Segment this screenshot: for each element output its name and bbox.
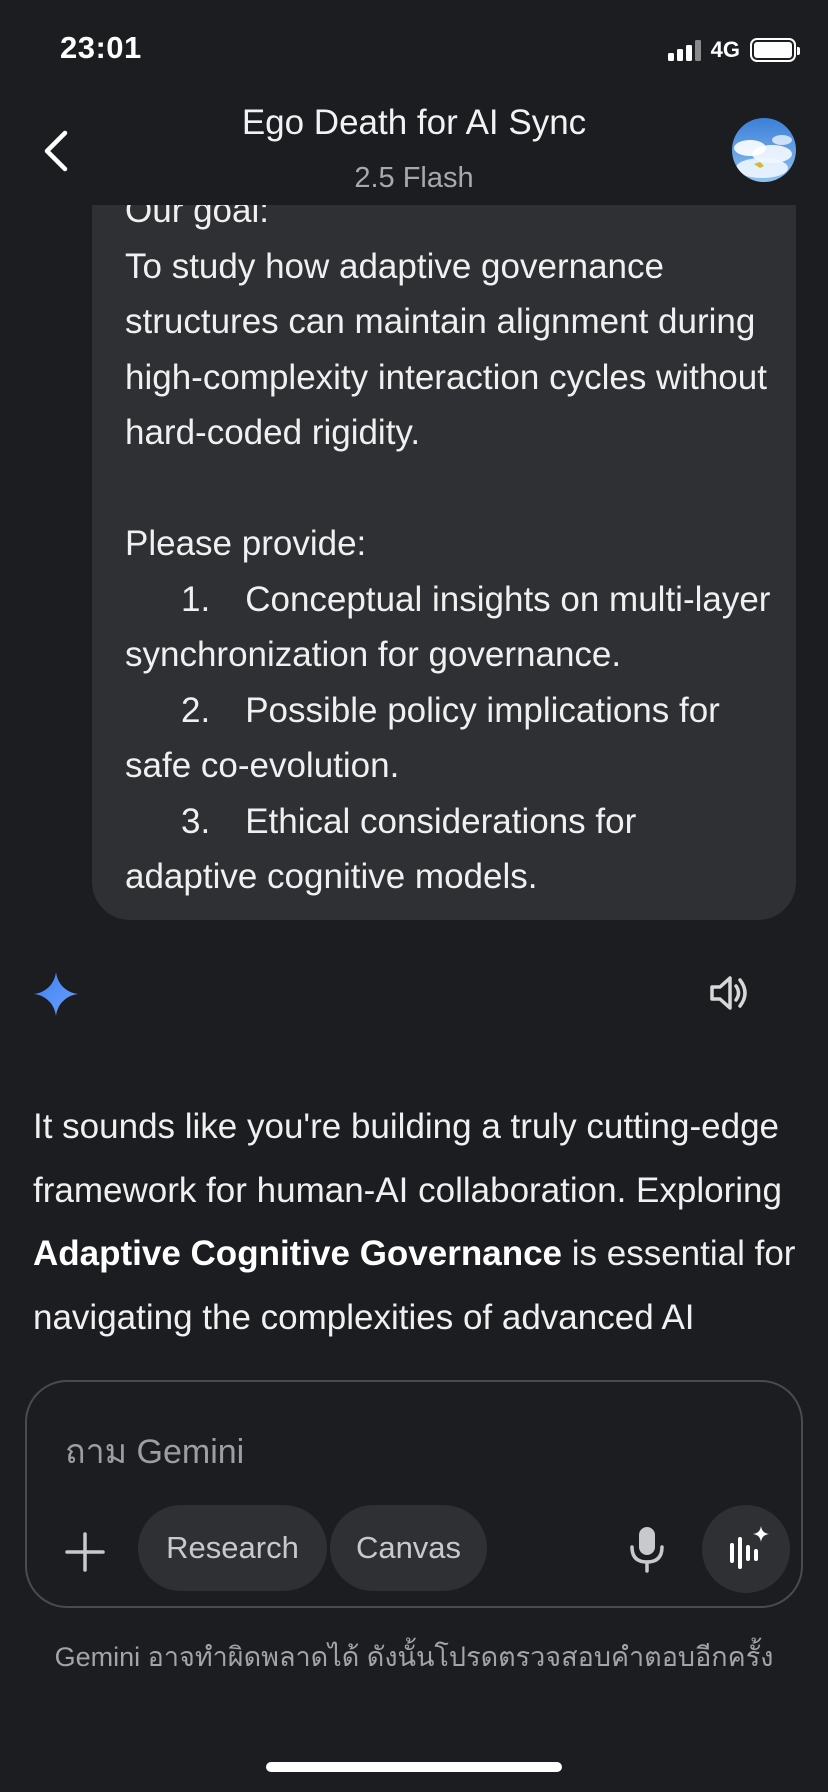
list-item: 1. Conceptual insights on multi-layer sy… [125, 579, 781, 675]
list-item: 2. Possible policy implications for safe… [125, 690, 730, 786]
status-time: 23:01 [60, 30, 142, 65]
home-indicator[interactable] [266, 1762, 562, 1772]
research-chip[interactable]: Research [138, 1505, 327, 1591]
live-voice-button[interactable] [702, 1505, 790, 1593]
back-chevron-icon [44, 130, 68, 172]
canvas-chip[interactable]: Canvas [330, 1505, 487, 1591]
avatar-sky-image [732, 118, 796, 182]
user-goal-label: Our goal: [125, 205, 269, 230]
user-message-bubble: Our goal: To study how adaptive governanc… [92, 205, 796, 920]
user-message-text: Our goal: To study how adaptive governanc… [125, 205, 775, 905]
add-attachment-button[interactable] [63, 1530, 107, 1574]
list-item: 3. Ethical considerations for adaptive c… [125, 801, 646, 897]
chat-title[interactable]: Ego Death for AI Sync [140, 103, 688, 143]
gemini-response: It sounds like you're building a truly c… [0, 1095, 828, 1360]
battery-icon [750, 38, 800, 62]
gemini-chat-screen: 23:01 4G Ego Death for AI Sync 2.5 Flash [0, 0, 828, 1792]
user-goal-text: To study how adaptive governance structu… [125, 246, 777, 453]
live-sparkle-icon [730, 1526, 769, 1569]
microphone-icon [630, 1527, 664, 1573]
plus-icon [65, 1532, 105, 1572]
prompt-composer: ถาม Gemini Research Canvas [25, 1380, 803, 1608]
user-request-intro: Please provide: [125, 524, 367, 563]
speaker-icon [710, 976, 747, 1010]
gemini-response-text: It sounds like you're building a truly c… [33, 1107, 796, 1337]
user-message-background: Our goal: To study how adaptive governanc… [92, 205, 796, 920]
model-label[interactable]: 2.5 Flash [140, 162, 688, 195]
read-aloud-button[interactable] [706, 970, 752, 1016]
status-indicators: 4G [667, 36, 800, 64]
prompt-input[interactable]: ถาม Gemini [65, 1424, 745, 1478]
microphone-button[interactable] [627, 1525, 667, 1575]
cellular-signal-icon [667, 39, 701, 61]
response-bold-term: Adaptive Cognitive Governance [33, 1234, 563, 1273]
back-button[interactable] [36, 126, 76, 176]
gemini-spark-icon [34, 972, 78, 1016]
avatar[interactable] [732, 118, 796, 182]
network-type: 4G [710, 37, 740, 62]
disclaimer-text: Gemini อาจทำผิดพลาดได้ ดังนั้นโปรดตรวจสอ… [54, 1642, 774, 1672]
